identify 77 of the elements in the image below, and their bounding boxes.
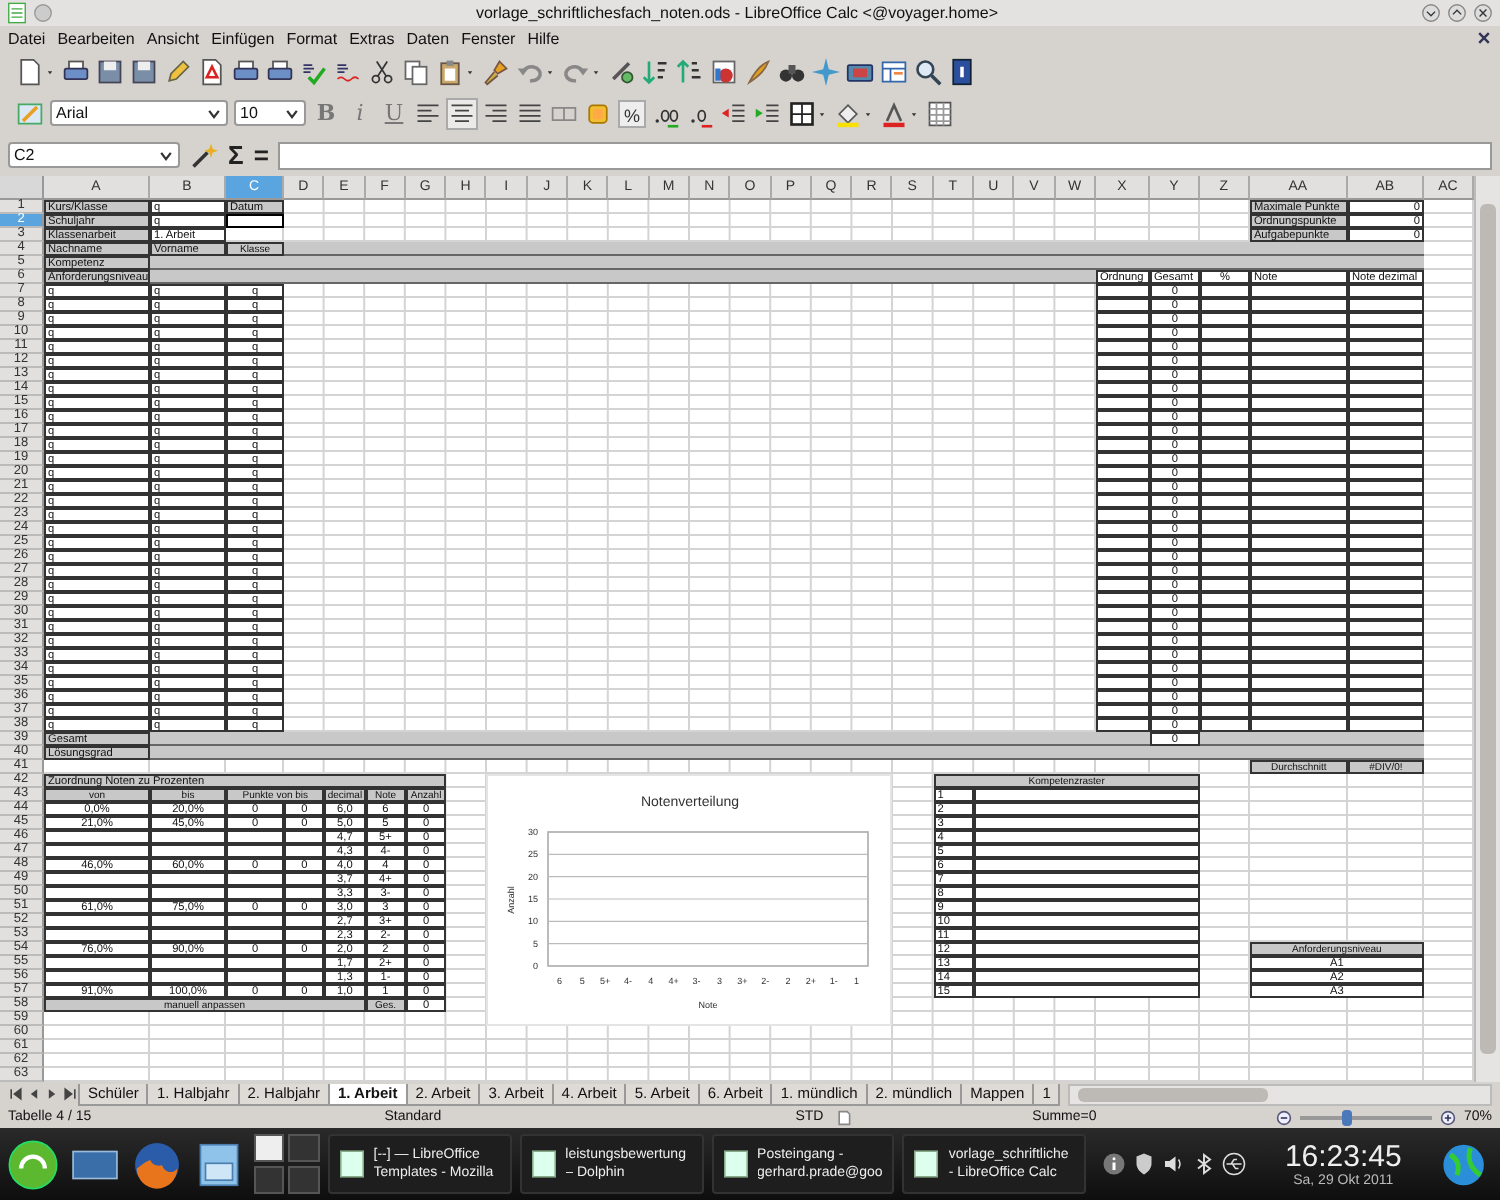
name-box[interactable]: C2 [8, 142, 180, 168]
paint-bucket-icon[interactable] [834, 99, 862, 127]
horizontal-scrollbar[interactable] [1068, 1083, 1492, 1105]
window-icon [719, 1148, 752, 1180]
menu-item[interactable]: Daten [400, 29, 456, 47]
function-wand-icon[interactable] [190, 141, 218, 169]
previous-sheet-icon[interactable] [26, 1086, 42, 1102]
shield-icon[interactable] [1132, 1152, 1157, 1176]
printer-icon[interactable] [232, 57, 260, 85]
percent-button[interactable]: % [618, 99, 646, 127]
close-icon[interactable] [1472, 2, 1494, 24]
table-icon[interactable] [880, 57, 908, 85]
font-color-icon[interactable] [880, 99, 908, 127]
caret-icon [284, 105, 300, 121]
sort-descending-icon[interactable] [676, 57, 704, 85]
increase-indent-icon[interactable] [754, 99, 782, 127]
align-right-icon[interactable] [482, 99, 510, 127]
pencil-icon[interactable] [164, 57, 192, 85]
close-icon[interactable] [1476, 30, 1492, 46]
save-icon[interactable] [96, 57, 124, 85]
align-left-icon[interactable] [414, 99, 442, 127]
menu-item[interactable]: Format [280, 29, 344, 47]
formula-button[interactable]: Σ [228, 141, 244, 169]
font-name-dropdown[interactable]: Arial [50, 100, 228, 126]
pdf-icon[interactable] [198, 57, 226, 85]
sort-ascending-icon[interactable] [642, 57, 670, 85]
bluetooth-icon[interactable] [1192, 1152, 1217, 1176]
window-title: vorlage_schriftlichesfach_noten.ods - LibreOffice Calc <@voyager.home> [473, 4, 1000, 22]
start-menu-icon[interactable] [6, 1137, 60, 1191]
printer-icon[interactable] [266, 57, 294, 85]
new-document-icon[interactable] [16, 57, 44, 85]
usb-icon[interactable] [1222, 1152, 1247, 1176]
next-sheet-icon[interactable] [44, 1086, 60, 1102]
info-icon[interactable] [1102, 1152, 1127, 1176]
menu-item[interactable]: Bearbeiten [51, 29, 141, 47]
justify-icon[interactable] [516, 99, 544, 127]
copy-icon[interactable] [402, 57, 430, 85]
coins-icon[interactable] [584, 99, 612, 127]
formula-button[interactable]: = [253, 141, 269, 169]
caret-icon [206, 105, 222, 121]
window-icon [910, 1148, 943, 1180]
align-center-icon[interactable] [448, 99, 476, 127]
printer-icon[interactable] [62, 57, 90, 85]
clipboard-icon[interactable] [436, 57, 464, 85]
decrease-indent-icon[interactable] [720, 99, 748, 127]
window-icon [527, 1148, 560, 1180]
window-icon [335, 1148, 368, 1180]
zoom-out-icon[interactable] [1276, 1109, 1293, 1125]
menu-item[interactable]: Ansicht [140, 29, 206, 47]
first-sheet-icon[interactable] [8, 1086, 24, 1102]
borders-icon[interactable] [788, 99, 816, 127]
slider-thumb[interactable] [1342, 1109, 1353, 1125]
star-icon[interactable] [812, 57, 840, 85]
chart-icon[interactable] [710, 57, 738, 85]
menu-item[interactable]: Fenster [455, 29, 522, 47]
volume-icon[interactable] [1162, 1152, 1187, 1176]
globe-icon[interactable] [130, 1137, 184, 1191]
maximize-icon[interactable] [1446, 2, 1468, 24]
gridlines-icon[interactable] [926, 99, 954, 127]
help-book-icon[interactable] [948, 57, 976, 85]
minimize-icon[interactable] [1420, 2, 1442, 24]
menu-item[interactable]: Einfügen [205, 29, 281, 47]
scissors-icon[interactable] [368, 57, 396, 85]
app-icon [6, 2, 28, 24]
menu-item[interactable]: Hilfe [521, 29, 566, 47]
caret-icon [158, 147, 174, 163]
paintbrush-icon[interactable] [482, 57, 510, 85]
font-size-dropdown[interactable]: 10 [234, 100, 306, 126]
vertical-scrollbar[interactable] [1473, 176, 1500, 1082]
last-sheet-icon[interactable] [62, 1086, 78, 1102]
zoom-in-icon[interactable] [1439, 1109, 1456, 1125]
menu-item[interactable]: Datei [2, 29, 52, 47]
menu-item[interactable]: Extras [343, 29, 401, 47]
desktop-pager[interactable] [254, 1134, 320, 1194]
formula-input[interactable] [278, 141, 1492, 169]
clock-time: 16:23:45 [1284, 1140, 1402, 1174]
search-icon[interactable] [914, 57, 942, 85]
